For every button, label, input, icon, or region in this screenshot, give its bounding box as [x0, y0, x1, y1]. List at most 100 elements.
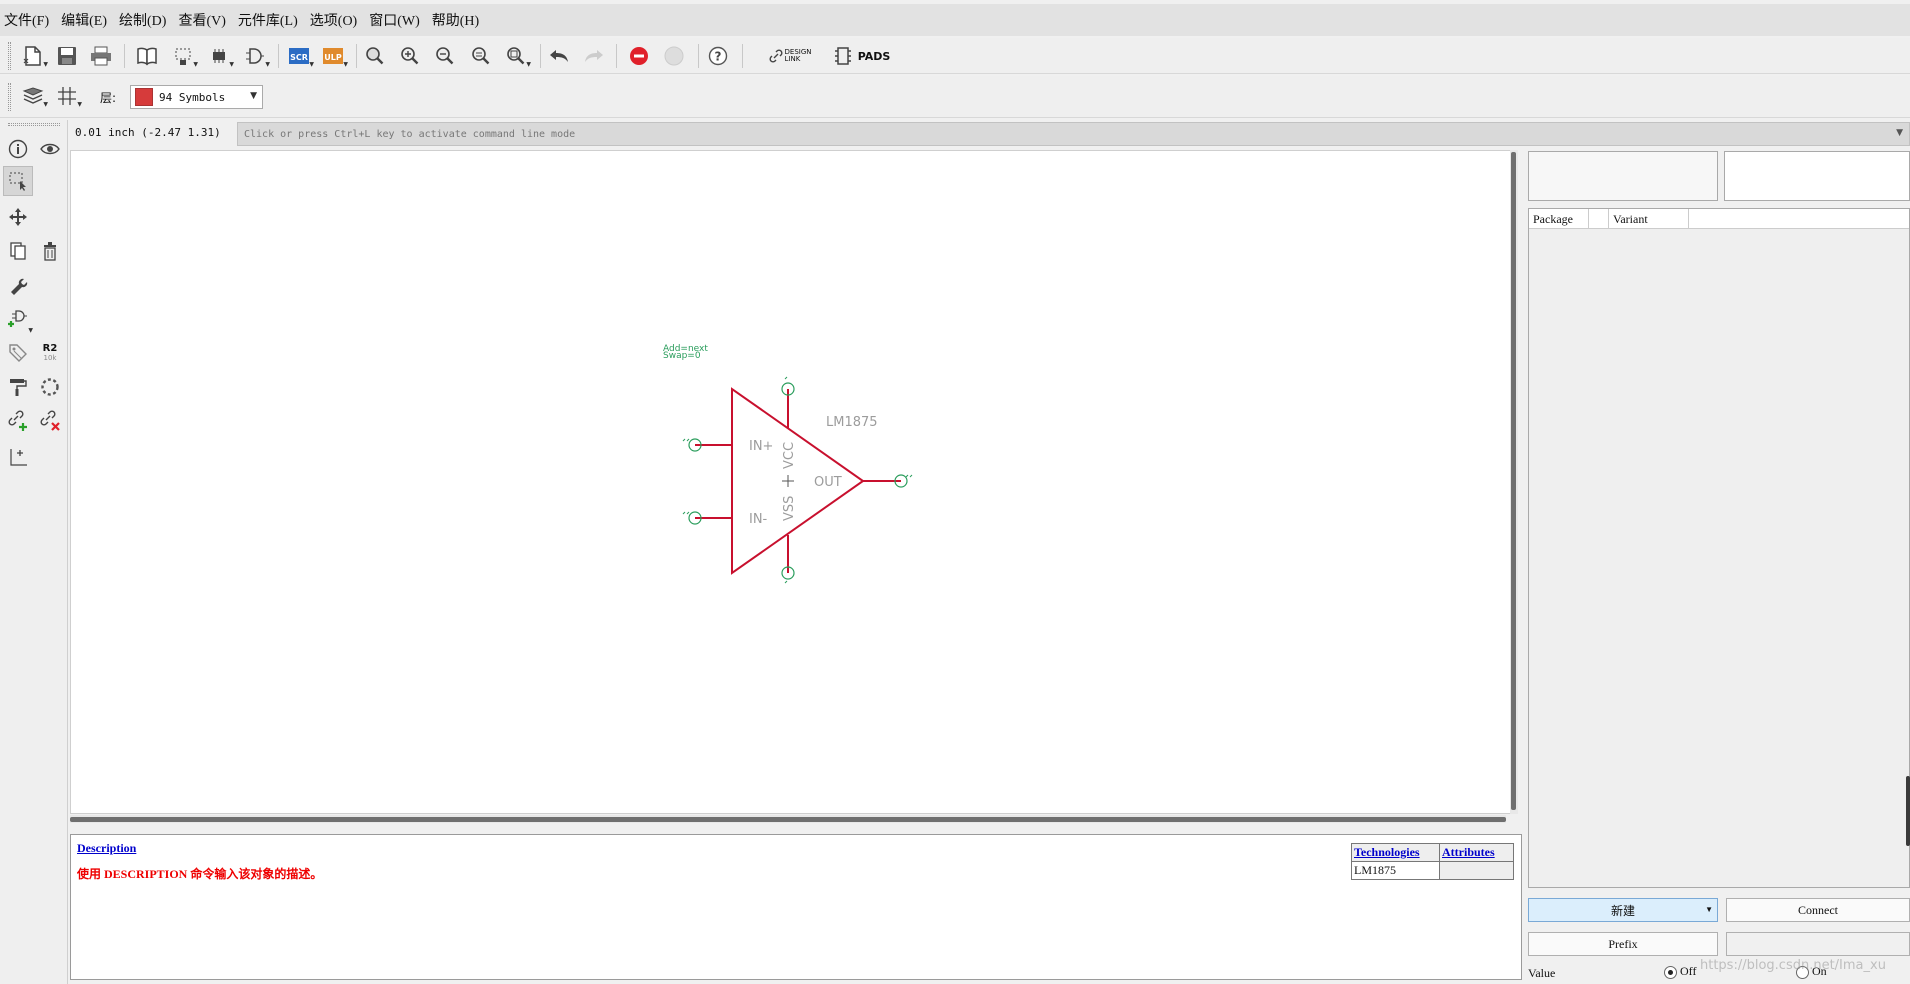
- description-panel: Description 使用 DESCRIPTION 命令输入该对象的描述。 T…: [70, 834, 1522, 980]
- vertical-scroll-thumb[interactable]: [1511, 152, 1516, 810]
- zoom-out-button[interactable]: [430, 42, 460, 70]
- package-variant-table[interactable]: Package Variant: [1528, 208, 1910, 888]
- design-link-label-line2: LINK: [784, 55, 801, 63]
- menu-edit[interactable]: 编辑(E): [61, 10, 107, 30]
- add-pin-icon: [8, 310, 27, 327]
- menu-file[interactable]: 文件(F): [4, 10, 49, 30]
- device-button[interactable]: ▼: [240, 42, 270, 70]
- package-icon: [213, 49, 225, 63]
- technologies-link[interactable]: Technologies: [1351, 843, 1440, 862]
- print-button[interactable]: [86, 42, 116, 70]
- package-column-header[interactable]: Package: [1529, 209, 1589, 228]
- stop-button[interactable]: [624, 42, 654, 70]
- prefix-button[interactable]: Prefix: [1528, 932, 1718, 956]
- zoom-redraw-icon: [472, 47, 490, 65]
- pin-in-plus-label: IN+: [749, 439, 773, 454]
- toolbar-grip[interactable]: [8, 83, 11, 111]
- menu-bar: 文件(F) 编辑(E) 绘制(D) 查看(V) 元件库(L) 选项(O) 窗口(…: [0, 4, 1910, 36]
- value-label: Value: [1528, 966, 1556, 980]
- vertical-scrollbar[interactable]: [1510, 150, 1518, 814]
- prefix-field[interactable]: [1726, 932, 1910, 956]
- value-button[interactable]: R2 10k: [35, 338, 65, 368]
- paint-button[interactable]: [3, 372, 33, 402]
- chevron-down-icon[interactable]: ▼: [1705, 905, 1713, 914]
- mark-button[interactable]: [3, 442, 33, 472]
- variant-column-header[interactable]: Variant: [1609, 209, 1689, 228]
- horizontal-scroll-thumb[interactable]: [70, 817, 1506, 822]
- layers-icon: [22, 87, 44, 104]
- pin-out-label: OUT: [814, 475, 842, 490]
- zoom-select-button[interactable]: ▼: [501, 42, 531, 70]
- layer-select[interactable]: 94 Symbols ▼: [130, 85, 263, 109]
- radio-checked-icon: [1664, 965, 1677, 979]
- panel-resize-handle[interactable]: [1906, 776, 1910, 846]
- grid-button[interactable]: ▼: [52, 82, 82, 110]
- chevron-down-icon[interactable]: ▼: [1896, 128, 1903, 138]
- move-icon: [9, 208, 27, 226]
- new-button[interactable]: 新建 ▼: [1528, 898, 1718, 922]
- open-button[interactable]: ▼: [18, 42, 48, 70]
- command-line-input[interactable]: Click or press Ctrl+L key to activate co…: [237, 122, 1910, 146]
- select-group-button[interactable]: [3, 166, 33, 196]
- menu-window[interactable]: 窗口(W): [369, 10, 420, 30]
- table-row[interactable]: LM1875: [1351, 861, 1514, 880]
- attributes-link[interactable]: Attributes: [1439, 843, 1514, 862]
- zoom-redraw-button[interactable]: [466, 42, 496, 70]
- show-button[interactable]: [35, 134, 65, 164]
- undo-button[interactable]: [544, 42, 574, 70]
- horizontal-scrollbar[interactable]: [70, 815, 1506, 823]
- toolbar-grip[interactable]: [8, 42, 11, 70]
- layer-color-swatch: [135, 88, 153, 106]
- package-table-header: Package Variant: [1529, 209, 1909, 229]
- empty-column-header: [1589, 209, 1609, 228]
- layer-settings-button[interactable]: ▼: [18, 82, 48, 110]
- delete-button[interactable]: [35, 236, 65, 266]
- menu-view[interactable]: 查看(V): [178, 10, 225, 30]
- menu-options[interactable]: 选项(O): [310, 10, 357, 30]
- drawing-canvas[interactable]: IN+ IN- OUT VCC VSS LM1875 Add=next Swap…: [70, 150, 1512, 814]
- menu-help[interactable]: 帮助(H): [432, 10, 479, 30]
- connect-remove-button[interactable]: [35, 406, 65, 436]
- info-icon: [8, 139, 28, 159]
- connect-button[interactable]: Connect: [1726, 898, 1910, 922]
- scr-button[interactable]: SCR ▼: [284, 42, 314, 70]
- info-button[interactable]: [3, 134, 33, 164]
- menu-library[interactable]: 元件库(L): [238, 10, 298, 30]
- design-link-button[interactable]: DESIGN LINK: [760, 42, 820, 70]
- redo-button[interactable]: [579, 42, 609, 70]
- name-button[interactable]: [3, 338, 33, 368]
- description-link[interactable]: Description: [77, 841, 136, 856]
- technology-cell[interactable]: LM1875: [1351, 861, 1440, 880]
- save-button[interactable]: [52, 42, 82, 70]
- attribute-cell[interactable]: [1439, 861, 1514, 880]
- command-line-placeholder: Click or press Ctrl+L key to activate co…: [244, 128, 576, 140]
- zoom-in-button[interactable]: [395, 42, 425, 70]
- go-button[interactable]: [659, 42, 689, 70]
- smash-button[interactable]: [35, 372, 65, 402]
- library-book-button[interactable]: [132, 42, 162, 70]
- zoom-fit-button[interactable]: [360, 42, 390, 70]
- connect-add-button[interactable]: [3, 406, 33, 436]
- ulp-button[interactable]: ULP ▼: [318, 42, 348, 70]
- device-gate-icon: [246, 48, 264, 64]
- pads-button[interactable]: PADS: [830, 42, 894, 70]
- toolbar-grip[interactable]: [8, 123, 60, 126]
- copy-icon: [10, 242, 26, 260]
- origin-mark-icon: [10, 449, 27, 466]
- move-button[interactable]: [3, 202, 33, 232]
- paint-roller-icon: [10, 379, 27, 396]
- change-button[interactable]: [3, 270, 33, 300]
- copy-button[interactable]: [3, 236, 33, 266]
- undo-icon: [550, 50, 568, 62]
- prefix-button-label: Prefix: [1608, 936, 1638, 951]
- help-button[interactable]: ?: [703, 42, 733, 70]
- sheet-button[interactable]: ▼: [168, 42, 198, 70]
- layer-select-value: 94 Symbols: [159, 90, 226, 104]
- chevron-down-icon: ▼: [250, 91, 257, 101]
- zoom-fit-icon: [366, 47, 384, 65]
- menu-draw[interactable]: 绘制(D): [119, 10, 166, 30]
- add-pin-button[interactable]: ▼: [3, 304, 33, 334]
- value-off-radio[interactable]: Off: [1664, 964, 1696, 979]
- package-button[interactable]: ▼: [204, 42, 234, 70]
- connect-button-label: Connect: [1798, 902, 1838, 917]
